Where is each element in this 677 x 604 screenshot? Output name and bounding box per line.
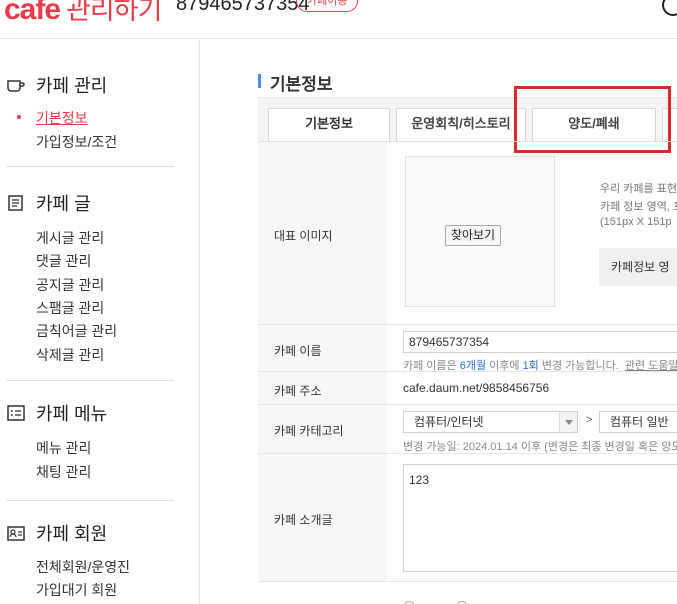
image-desc-1: 우리 카페를 표현 <box>600 183 677 195</box>
cafe-id: 879465737354 <box>176 0 310 15</box>
label-cafe-image: 대표 이미지 <box>274 229 333 243</box>
row-cafe-image: 대표 이미지 찾아보기 우리 카페를 표현 카페 정보 영역, 프 (151px… <box>258 142 677 325</box>
category-hint: 변경 가능일: 2024.01.14 이후 (변경은 최종 변경일 혹은 양도일 <box>403 441 677 453</box>
member-card-icon <box>6 523 26 543</box>
sidebar-item-spam[interactable]: 스팸글 관리 <box>36 298 104 318</box>
basic-info-form: 대표 이미지 찾아보기 우리 카페를 표현 카페 정보 영역, 프 (151px… <box>258 141 677 582</box>
sidebar-section-cafe-menu[interactable]: 카페 메뉴 <box>6 400 107 426</box>
cafe-intro-textarea[interactable]: 123 <box>403 464 677 572</box>
category-separator: > <box>586 414 593 426</box>
category-select-1[interactable]: 컴퓨터/인터넷 <box>403 411 578 433</box>
divider <box>6 500 174 501</box>
row-cafe-address: 카페 주소 cafe.daum.net/9858456756 <box>258 372 677 405</box>
row-cafe-name: 카페 이름 879465737354 카페 이름은 6개월 이후에 1회 변경 … <box>258 325 677 372</box>
sidebar-item-basic-info[interactable]: 기본정보 <box>36 108 88 128</box>
image-desc-3: (151px X 151p <box>600 216 672 228</box>
cup-icon <box>6 75 26 95</box>
document-icon <box>6 193 26 213</box>
divider <box>6 166 174 167</box>
cafe-name-input[interactable]: 879465737354 <box>403 331 677 353</box>
cafe-address-value: cafe.daum.net/9858456756 <box>403 381 550 395</box>
help-link[interactable]: 관련 도움말 <box>625 360 677 372</box>
sidebar-item-deleted[interactable]: 삭제글 관리 <box>36 345 104 365</box>
sidebar-section-cafe-manage[interactable]: 카페 관리 <box>6 72 107 98</box>
sidebar-section-cafe-posts[interactable]: 카페 글 <box>6 190 91 216</box>
cafe-info-button[interactable]: 카페정보 영 <box>599 248 677 286</box>
page-title: 기본정보 <box>270 75 333 94</box>
sidebar-section-cafe-members[interactable]: 카페 회원 <box>6 520 107 546</box>
sidebar-item-all-members[interactable]: 전체회원/운영진 <box>36 557 130 577</box>
sidebar-item-pending-members[interactable]: 가입대기 회원 <box>36 580 117 600</box>
image-desc-2: 카페 정보 영역, 프 <box>600 201 677 213</box>
sidebar-item-join-info[interactable]: 가입정보/조건 <box>36 132 117 152</box>
cafe-name-hint: 카페 이름은 6개월 이후에 1회 변경 가능합니다. 관련 도움말 <box>403 360 677 372</box>
cafe-move-button[interactable]: 카페이동 <box>296 0 359 12</box>
row-cafe-category: 카페 카테고리 컴퓨터/인터넷 > 컴퓨터 일반 변경 가능일: 2024.01… <box>258 405 677 454</box>
header: cafe 관리하기 879465737354 카페이동 <box>0 0 677 39</box>
label-cafe-intro: 카페 소개글 <box>274 513 333 527</box>
chevron-down-icon <box>559 412 577 432</box>
search-icon[interactable] <box>662 0 677 16</box>
sidebar-item-posts[interactable]: 게시글 관리 <box>36 228 104 248</box>
main-content: 기본정보 기본정보 운영회칙/히스토리 양도/폐쇄 대표 이미지 찾아보기 우리… <box>201 40 677 604</box>
cafe-logo[interactable]: cafe 관리하기 <box>4 0 162 27</box>
tab-rules-history[interactable]: 운영회칙/히스토리 <box>396 108 526 142</box>
sidebar-item-menu-manage[interactable]: 메뉴 관리 <box>36 438 91 458</box>
label-cafe-name: 카페 이름 <box>274 344 322 358</box>
divider <box>6 380 174 381</box>
active-bullet <box>17 115 21 119</box>
category-select-2[interactable]: 컴퓨터 일반 <box>599 411 677 433</box>
sidebar: 카페 관리 기본정보 가입정보/조건 카페 글 게시글 관리 댓글 관리 공지글… <box>0 40 200 604</box>
sidebar-item-banned-words[interactable]: 금칙어글 관리 <box>36 321 117 341</box>
menu-list-icon <box>6 403 26 423</box>
label-cafe-address: 카페 주소 <box>274 384 322 398</box>
row-cafe-intro: 카페 소개글 123 <box>258 454 677 582</box>
tab-basic-info[interactable]: 기본정보 <box>268 108 390 143</box>
browse-button[interactable]: 찾아보기 <box>445 225 501 246</box>
sidebar-item-notices[interactable]: 공지글 관리 <box>36 275 104 295</box>
label-cafe-category: 카페 카테고리 <box>274 424 344 438</box>
sidebar-item-comments[interactable]: 댓글 관리 <box>36 251 91 271</box>
cafe-image-preview: 찾아보기 <box>405 156 555 307</box>
sidebar-item-chat-manage[interactable]: 채팅 관리 <box>36 462 91 482</box>
